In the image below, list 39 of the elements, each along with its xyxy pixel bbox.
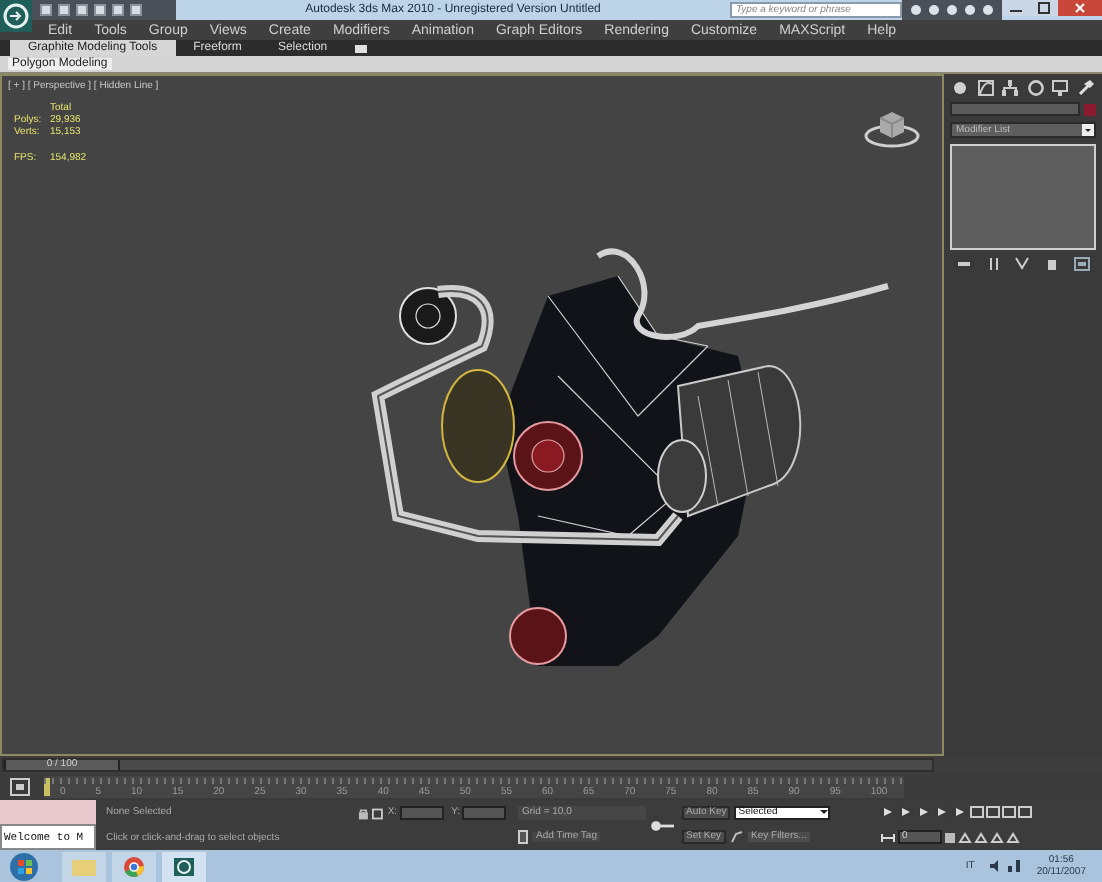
- modifier-stack-list[interactable]: [950, 144, 1096, 250]
- engine-wireframe-drawing[interactable]: [372, 248, 889, 666]
- dropdown-arrow-icon: [1082, 124, 1094, 136]
- color-swatch-icon[interactable]: [1084, 103, 1096, 115]
- play-icon[interactable]: [916, 806, 932, 818]
- app-taskbar-icon[interactable]: [162, 851, 206, 881]
- x-coordinate-field[interactable]: [399, 806, 444, 821]
- filter-icon[interactable]: [10, 778, 30, 796]
- config-icon[interactable]: [1073, 256, 1090, 272]
- minimize-icon[interactable]: [1002, 0, 1030, 16]
- viewcube-icon[interactable]: [862, 106, 922, 150]
- hammer-icon[interactable]: [1077, 80, 1094, 96]
- toggle-icon[interactable]: [353, 44, 368, 54]
- maximize-icon[interactable]: [1030, 0, 1058, 16]
- curve-icon[interactable]: [977, 80, 994, 96]
- key-mode-icon[interactable]: [729, 830, 744, 845]
- close-icon[interactable]: [1058, 0, 1102, 16]
- lock-icon[interactable]: [358, 807, 369, 820]
- transform-icon[interactable]: [372, 807, 384, 820]
- browser-icon[interactable]: [112, 851, 156, 881]
- app-logo-icon[interactable]: [0, 0, 32, 32]
- tag-icon[interactable]: [518, 830, 528, 845]
- y-coordinate-field[interactable]: [462, 806, 507, 821]
- key-icon[interactable]: [650, 819, 674, 831]
- key-mode-toggle-icon[interactable]: [880, 831, 896, 843]
- trash-icon[interactable]: [1044, 256, 1061, 272]
- name-field[interactable]: [950, 102, 1080, 116]
- speaker-icon[interactable]: [990, 860, 1003, 872]
- hierarchy-icon[interactable]: [1002, 80, 1019, 96]
- disc-icon[interactable]: [1027, 80, 1044, 96]
- start-button-icon[interactable]: [6, 851, 42, 881]
- sphere-icon[interactable]: [952, 80, 968, 96]
- monitor-icon[interactable]: [1052, 80, 1069, 96]
- time-config-icon[interactable]: [944, 831, 956, 843]
- pin-icon[interactable]: [956, 256, 973, 272]
- network-icon[interactable]: [1008, 860, 1021, 872]
- fork-icon[interactable]: [1014, 256, 1031, 272]
- bars-icon[interactable]: [985, 256, 1002, 272]
- dropdown-arrow-icon: [820, 808, 829, 817]
